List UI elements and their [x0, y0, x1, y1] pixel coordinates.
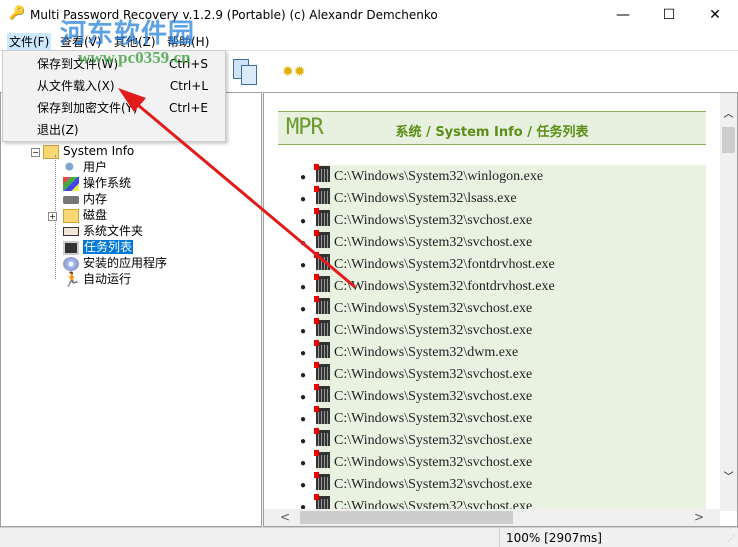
red-arrow-annotation: [118, 88, 356, 289]
